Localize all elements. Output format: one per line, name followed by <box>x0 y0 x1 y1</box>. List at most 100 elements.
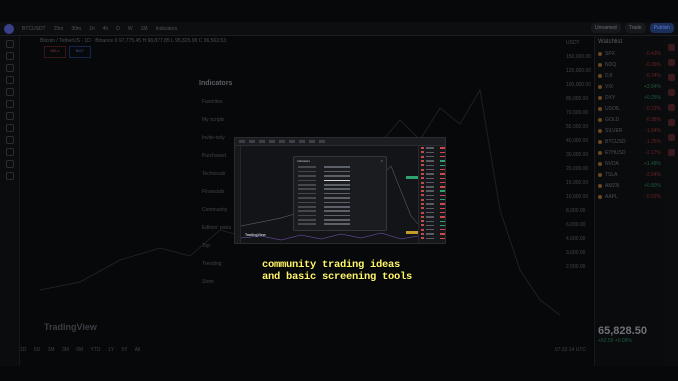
scale-label: 70,000.00 <box>566 110 589 116</box>
indicators-dialog[interactable]: Indicators ✕ <box>293 156 387 231</box>
watchlist-row[interactable]: BTCUSD -1.25% <box>595 136 664 147</box>
notifications-icon[interactable] <box>667 134 675 141</box>
indicators-item[interactable]: Store <box>202 279 234 285</box>
interval-1h[interactable]: 1h <box>89 26 95 32</box>
text-icon[interactable] <box>5 88 14 96</box>
range-1m[interactable]: 1M <box>48 347 55 353</box>
interval-d[interactable]: D <box>116 26 120 32</box>
range-3m[interactable]: 3M <box>62 347 69 353</box>
watchlist-symbol: AMZN <box>605 182 620 189</box>
mini-watchlist <box>418 146 445 243</box>
symbol-name: Bitcoin / TetherUS · 1D · Binance <box>40 38 114 44</box>
scale-label: 30,000.00 <box>566 152 589 158</box>
indicators-item[interactable]: Trending <box>202 261 234 267</box>
watchlist-row[interactable]: AMZN +0.80% <box>595 180 664 191</box>
indicators-item[interactable]: Purchased <box>202 153 234 159</box>
user-avatar[interactable] <box>4 23 14 34</box>
trash-icon[interactable] <box>5 172 14 180</box>
right-sidebar <box>664 36 678 366</box>
ideas-icon[interactable] <box>667 119 675 126</box>
watchlist-row[interactable]: SILVER -1.04% <box>595 125 664 136</box>
indicators-item[interactable]: My scripts <box>202 117 234 123</box>
detail-change: +52.50 +0.08% <box>598 338 632 344</box>
range-bar: 1D 5D 1M 3M 6M YTD 1Y 5Y All <box>20 347 590 357</box>
watchlist-row[interactable]: DXY +0.25% <box>595 92 664 103</box>
interval-15m[interactable]: 15m <box>54 26 64 32</box>
indicators-item[interactable]: Favorites <box>202 99 234 105</box>
indicators-item[interactable]: Technicals <box>202 171 234 177</box>
trade-button[interactable]: Trade <box>624 23 646 33</box>
watchlist-row[interactable]: DJI -0.74% <box>595 70 664 81</box>
watchlist-row[interactable]: NVDA +1.48% <box>595 158 664 169</box>
interval-30m[interactable]: 30m <box>71 26 81 32</box>
range-ytd[interactable]: YTD <box>91 347 101 353</box>
watchlist-change: +0.80% <box>643 182 661 189</box>
range-all[interactable]: All <box>135 347 141 353</box>
watchlist-symbol: ETHUSD <box>605 149 626 156</box>
watchlist-row[interactable]: ETHUSD -2.17% <box>595 147 664 158</box>
watchlist-row[interactable]: VIX +3.84% <box>595 81 664 92</box>
utc-clock[interactable]: 07:32:14 UTC <box>555 347 586 353</box>
indicators-item[interactable]: Community <box>202 207 234 213</box>
dialog-row[interactable] <box>294 222 386 226</box>
watchlist-symbol: DJI <box>605 72 613 79</box>
close-icon[interactable]: ✕ <box>380 159 383 163</box>
news-icon[interactable] <box>667 74 675 81</box>
trend-line-icon[interactable] <box>5 52 14 60</box>
watchlist-row[interactable]: GOLD -0.38% <box>595 114 664 125</box>
pattern-icon[interactable] <box>5 100 14 108</box>
watchlist-change: -1.25% <box>645 138 661 145</box>
watchlist-title[interactable]: Watchlist <box>595 36 664 48</box>
symbol-logo-icon <box>598 73 602 78</box>
watchlist-change: -1.04% <box>645 127 661 134</box>
indicators-item[interactable]: Financials <box>202 189 234 195</box>
brush-icon[interactable] <box>5 76 14 84</box>
watchlist-symbol: SPX <box>605 50 616 57</box>
range-1y[interactable]: 1Y <box>108 347 114 353</box>
watchlist-change: -0.72% <box>645 105 661 112</box>
zoom-icon[interactable] <box>5 124 14 132</box>
watchlist-symbol: NDQ <box>605 61 617 68</box>
sell-button[interactable]: SELL <box>44 46 66 58</box>
watchlist-change: -0.74% <box>645 72 661 79</box>
indicators-item[interactable]: Invite-only <box>202 135 234 141</box>
lock-icon[interactable] <box>5 148 14 156</box>
magnet-icon[interactable] <box>5 136 14 144</box>
watchlist-change: -2.64% <box>645 171 661 178</box>
scale-label: 2,000.00 <box>566 264 586 270</box>
price-scale[interactable]: USDT 150,000.00 125,000.00 100,000.00 85… <box>566 40 592 340</box>
interval-4h[interactable]: 4h <box>103 26 109 32</box>
watchlist-row[interactable]: AAPL -0.52% <box>595 191 664 202</box>
crosshair-icon[interactable] <box>5 40 14 48</box>
range-1d[interactable]: 1D <box>20 347 26 353</box>
publish-button[interactable]: Publish <box>649 23 674 33</box>
chat-icon[interactable] <box>667 104 675 111</box>
buy-button[interactable]: BUY <box>69 46 91 58</box>
layout-name[interactable]: Unnamed <box>591 23 621 33</box>
mini-watermark: TradingView <box>245 233 266 237</box>
indicators-button[interactable]: Indicators <box>156 26 178 32</box>
interval-1m[interactable]: 1M <box>141 26 148 32</box>
calendar-icon[interactable] <box>667 89 675 96</box>
range-6m[interactable]: 6M <box>76 347 83 353</box>
indicators-item[interactable]: Editors' picks <box>202 225 234 231</box>
eye-icon[interactable] <box>5 160 14 168</box>
watchlist-change: +1.48% <box>643 160 661 167</box>
watchlist-row[interactable]: USOIL -0.72% <box>595 103 664 114</box>
interval-w[interactable]: W <box>128 26 133 32</box>
watchlist-row[interactable]: TSLA -2.64% <box>595 169 664 180</box>
help-icon[interactable] <box>667 149 675 156</box>
watchlist-row[interactable]: SPX -0.43% <box>595 48 664 59</box>
range-5y[interactable]: 5Y <box>121 347 127 353</box>
alerts-icon[interactable] <box>667 59 675 66</box>
ruler-icon[interactable] <box>5 112 14 120</box>
watchlist-symbol: USOIL <box>605 105 621 112</box>
symbol-search[interactable]: BTCUSDT <box>22 26 46 32</box>
watchlist-icon[interactable] <box>667 44 675 51</box>
indicators-item[interactable]: Top <box>202 243 234 249</box>
watchlist-row[interactable]: NDQ -0.36% <box>595 59 664 70</box>
ohlc-values: 0 97,775.45 H 98,877.85 L 95,825.98 C 96… <box>114 38 226 44</box>
fib-icon[interactable] <box>5 64 14 72</box>
symbol-logo-icon <box>598 139 602 144</box>
range-5d[interactable]: 5D <box>34 347 40 353</box>
